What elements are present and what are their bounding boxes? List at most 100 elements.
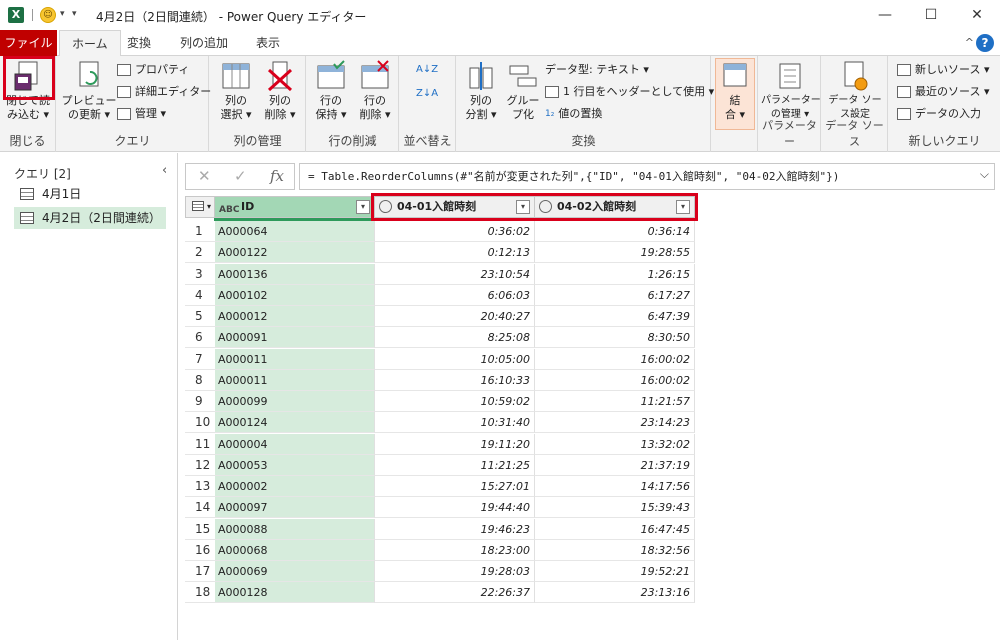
use-first-row-headers-button[interactable]: 1 行目をヘッダーとして使用 ▾ (545, 82, 714, 102)
cell-id[interactable]: A000097 (215, 497, 375, 519)
confirm-formula-icon[interactable]: ✓ (234, 167, 247, 185)
cell-time-0402[interactable]: 11:21:57 (535, 391, 695, 412)
cell-id[interactable]: A000124 (215, 412, 375, 434)
query-item-april2[interactable]: 4月2日（2日間連続） (14, 207, 166, 229)
cell-time-0402[interactable]: 1:26:15 (535, 263, 695, 285)
close-window-button[interactable]: ✕ (954, 0, 1000, 30)
cell-id[interactable]: A000102 (215, 284, 375, 306)
column-header-id[interactable]: ABC ID ▾ (214, 196, 375, 218)
cell-id[interactable]: A000053 (215, 454, 375, 476)
remove-columns-button[interactable]: 列の 削除 ▾ (260, 60, 300, 122)
choose-columns-button[interactable]: 列の 選択 ▾ (216, 60, 256, 122)
group-by-button[interactable]: グルー プ化 (503, 60, 543, 122)
cell-id[interactable]: A000091 (215, 327, 375, 349)
replace-values-button[interactable]: 1₂ 値の置換 (545, 104, 602, 124)
cell-id[interactable]: A000068 (215, 539, 375, 561)
cell-time-0402[interactable]: 19:52:21 (535, 561, 695, 582)
cell-time-0401[interactable]: 19:11:20 (375, 433, 535, 455)
split-column-button[interactable]: 列の 分割 ▾ (461, 60, 501, 122)
help-icon[interactable]: ? (976, 34, 994, 52)
cell-id[interactable]: A000122 (215, 242, 375, 264)
text-type-icon[interactable]: ABC (219, 200, 239, 220)
advanced-editor-button[interactable]: 詳細エディター (117, 82, 211, 102)
cell-time-0401[interactable]: 19:46:23 (375, 518, 535, 540)
cell-id[interactable]: A000069 (215, 561, 375, 582)
cell-id[interactable]: A000004 (215, 433, 375, 455)
cell-time-0402[interactable]: 16:47:45 (535, 518, 695, 540)
smiley-dropdown-icon[interactable]: ▾ (60, 9, 65, 19)
cell-time-0402[interactable]: 6:47:39 (535, 306, 695, 327)
qat-customize-icon[interactable]: ▾ (72, 9, 77, 19)
row-number[interactable]: 14 (185, 497, 215, 519)
cell-id[interactable]: A000128 (215, 582, 375, 604)
cell-time-0401[interactable]: 0:36:02 (375, 221, 535, 242)
filter-dropdown-icon[interactable]: ▾ (356, 200, 370, 214)
expand-formula-icon[interactable]: ⌵ (980, 167, 989, 182)
data-source-settings-button[interactable]: データ ソー ス設定 (826, 60, 884, 122)
tab-home[interactable]: ホーム (59, 30, 121, 57)
cell-id[interactable]: A000011 (215, 369, 375, 391)
cell-time-0401[interactable]: 16:10:33 (375, 369, 535, 391)
tab-add-column[interactable]: 列の追加 (168, 30, 240, 56)
cell-time-0402[interactable]: 18:32:56 (535, 539, 695, 561)
row-number[interactable]: 8 (185, 369, 215, 391)
cell-time-0402[interactable]: 0:36:14 (535, 221, 695, 242)
cell-time-0401[interactable]: 20:40:27 (375, 306, 535, 327)
refresh-preview-button[interactable]: プレビュー の更新 ▾ (61, 60, 117, 122)
collapse-ribbon-icon[interactable]: ^ (965, 36, 974, 49)
cell-time-0401[interactable]: 18:23:00 (375, 539, 535, 561)
cell-id[interactable]: A000136 (215, 263, 375, 285)
row-number[interactable]: 3 (185, 263, 215, 285)
cell-id[interactable]: A000099 (215, 391, 375, 412)
cell-time-0401[interactable]: 10:59:02 (375, 391, 535, 412)
cell-id[interactable]: A000002 (215, 476, 375, 497)
collapse-query-pane-icon[interactable]: ‹ (162, 163, 167, 178)
maximize-button[interactable]: ☐ (908, 0, 954, 30)
tab-view[interactable]: 表示 (244, 30, 292, 56)
keep-rows-button[interactable]: 行の 保持 ▾ (311, 60, 351, 122)
cell-time-0401[interactable]: 10:05:00 (375, 348, 535, 370)
row-number[interactable]: 5 (185, 306, 215, 327)
row-number[interactable]: 6 (185, 327, 215, 349)
cell-time-0402[interactable]: 23:13:16 (535, 582, 695, 604)
formula-input[interactable]: = Table.ReorderColumns(#"名前が変更された列",{"ID… (299, 163, 995, 190)
query-item-april1[interactable]: 4月1日 (14, 183, 166, 205)
row-number[interactable]: 7 (185, 348, 215, 370)
cell-time-0402[interactable]: 23:14:23 (535, 412, 695, 434)
row-number[interactable]: 1 (185, 221, 215, 242)
cell-time-0402[interactable]: 16:00:02 (535, 369, 695, 391)
cell-time-0402[interactable]: 19:28:55 (535, 242, 695, 264)
cell-time-0402[interactable]: 8:30:50 (535, 327, 695, 349)
minimize-button[interactable]: — (862, 0, 908, 30)
cell-time-0401[interactable]: 19:44:40 (375, 497, 535, 519)
row-number[interactable]: 16 (185, 539, 215, 561)
row-number[interactable]: 4 (185, 284, 215, 306)
new-source-button[interactable]: 新しいソース ▾ (897, 60, 989, 80)
cell-time-0402[interactable]: 16:00:02 (535, 348, 695, 370)
cell-time-0401[interactable]: 23:10:54 (375, 263, 535, 285)
enter-data-button[interactable]: データの入力 (897, 104, 981, 124)
cell-time-0401[interactable]: 8:25:08 (375, 327, 535, 349)
cell-time-0402[interactable]: 15:39:43 (535, 497, 695, 519)
cell-time-0401[interactable]: 6:06:03 (375, 284, 535, 306)
cell-time-0401[interactable]: 0:12:13 (375, 242, 535, 264)
row-number[interactable]: 13 (185, 476, 215, 497)
cell-time-0401[interactable]: 15:27:01 (375, 476, 535, 497)
data-type-dropdown[interactable]: データ型: テキスト ▾ (545, 60, 649, 80)
row-number[interactable]: 2 (185, 242, 215, 264)
row-number[interactable]: 11 (185, 433, 215, 455)
tab-file[interactable]: ファイル (0, 30, 57, 56)
cell-id[interactable]: A000012 (215, 306, 375, 327)
cell-time-0402[interactable]: 6:17:27 (535, 284, 695, 306)
row-number[interactable]: 9 (185, 391, 215, 412)
combine-button[interactable]: 結 合 ▾ (716, 60, 754, 122)
cell-id[interactable]: A000064 (215, 221, 375, 242)
row-number[interactable]: 10 (185, 412, 215, 434)
feedback-smiley-icon[interactable]: ☺ (40, 7, 56, 23)
manage-button[interactable]: 管理 ▾ (117, 104, 166, 124)
recent-sources-button[interactable]: 最近のソース ▾ (897, 82, 989, 102)
remove-rows-button[interactable]: 行の 削除 ▾ (355, 60, 395, 122)
cell-time-0401[interactable]: 22:26:37 (375, 582, 535, 604)
cell-id[interactable]: A000011 (215, 348, 375, 370)
table-menu-button[interactable]: ▾ (185, 196, 215, 218)
